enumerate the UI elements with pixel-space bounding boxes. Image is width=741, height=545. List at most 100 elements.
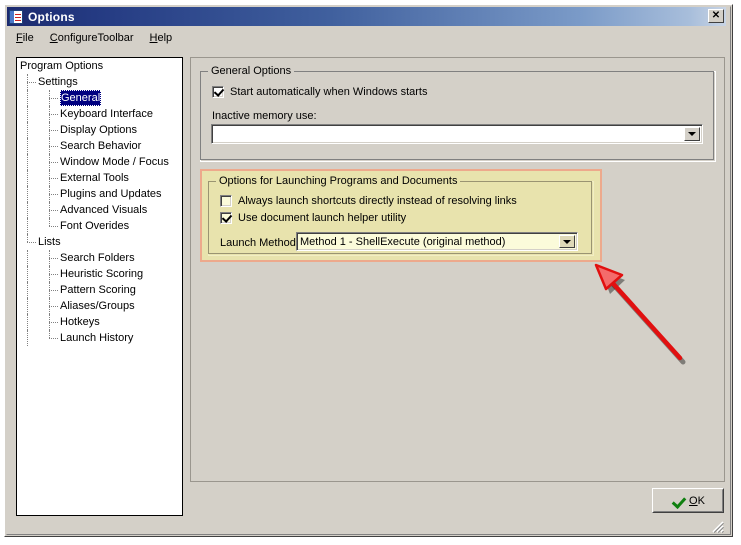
- tree-item-settings[interactable]: Settings: [17, 74, 182, 90]
- tree-connector: [49, 170, 50, 186]
- tree-connector: [49, 186, 50, 202]
- window-title: Options: [28, 9, 75, 24]
- tree-item-keyboard-interface[interactable]: Keyboard Interface: [17, 106, 182, 122]
- tree-item-label: Pattern Scoring: [60, 284, 136, 296]
- menu-item-configure-toolbar[interactable]: ConfigureToolbar: [42, 30, 142, 46]
- panel-splitter[interactable]: [184, 57, 189, 516]
- chevron-down-icon[interactable]: [559, 235, 575, 248]
- start-automatically-checkbox-row[interactable]: Start automatically when Windows starts: [212, 86, 427, 98]
- tree-connector: [27, 202, 28, 218]
- tree-item-program-options[interactable]: Program Options: [17, 58, 182, 74]
- tree-item-general[interactable]: General: [17, 90, 182, 106]
- status-bar: [7, 519, 726, 534]
- tree-connector: [49, 138, 50, 154]
- tree-item-label: Aliases/Groups: [60, 300, 135, 312]
- launch-options-title: Options for Launching Programs and Docum…: [216, 175, 461, 187]
- use-helper-utility-checkbox-row[interactable]: Use document launch helper utility: [220, 212, 406, 224]
- tree-connector: [27, 170, 28, 186]
- tree-connector: [49, 154, 50, 170]
- general-options-group: General Options Start automatically when…: [200, 65, 716, 162]
- resize-grip[interactable]: [710, 519, 724, 533]
- tree-item-search-folders[interactable]: Search Folders: [17, 250, 182, 266]
- tree-item-pattern-scoring[interactable]: Pattern Scoring: [17, 282, 182, 298]
- ok-button[interactable]: OK: [652, 488, 724, 513]
- tree-connector: [49, 194, 58, 195]
- resize-grip-icon: [712, 521, 724, 533]
- tree-item-label: Search Behavior: [60, 140, 142, 152]
- tree-connector: [49, 122, 50, 138]
- tree-item-external-tools[interactable]: External Tools: [17, 170, 182, 186]
- inactive-memory-combo[interactable]: [211, 124, 703, 144]
- tree-item-font-overides[interactable]: Font Overides: [17, 218, 182, 234]
- tree-connector: [49, 162, 58, 163]
- tree-item-hotkeys[interactable]: Hotkeys: [17, 314, 182, 330]
- tree-connector: [27, 154, 28, 170]
- tree-connector: [49, 258, 58, 259]
- tree-connector: [49, 306, 58, 307]
- tree-item-label: Search Folders: [60, 252, 135, 264]
- tree-connector: [49, 210, 58, 211]
- tree-item-advanced-visuals[interactable]: Advanced Visuals: [17, 202, 182, 218]
- tree-item-label: Advanced Visuals: [60, 204, 148, 216]
- tree-connector: [27, 82, 36, 83]
- tree-item-window-mode-focus[interactable]: Window Mode / Focus: [17, 154, 182, 170]
- tree-connector: [49, 146, 58, 147]
- start-automatically-checkbox[interactable]: [212, 86, 224, 98]
- tree-connector: [27, 298, 28, 314]
- tree-connector: [49, 314, 50, 330]
- menu-item-file[interactable]: File: [8, 30, 42, 46]
- menu-bar: File ConfigureToolbar Help: [8, 29, 725, 46]
- tree-item-heuristic-scoring[interactable]: Heuristic Scoring: [17, 266, 182, 282]
- tree-connector: [49, 250, 50, 266]
- tree-connector: [49, 114, 58, 115]
- tree-connector: [27, 266, 28, 282]
- options-window: Options ✕ File ConfigureToolbar Help Pro…: [4, 4, 733, 537]
- tree-item-label: Lists: [38, 236, 61, 248]
- tree-item-label: Font Overides: [60, 220, 130, 232]
- tree-item-label: External Tools: [60, 172, 129, 184]
- menu-item-help[interactable]: Help: [142, 30, 181, 46]
- tree-item-label: Plugins and Updates: [60, 188, 162, 200]
- tree-connector: [49, 130, 58, 131]
- title-bar[interactable]: Options ✕: [7, 7, 726, 26]
- always-launch-shortcuts-checkbox[interactable]: [220, 195, 232, 207]
- tree-item-label: Launch History: [60, 332, 134, 344]
- launch-method-combo-value: Method 1 - ShellExecute (original method…: [300, 235, 506, 248]
- tree-item-lists[interactable]: Lists: [17, 234, 182, 250]
- launch-options-highlight-panel: Options for Launching Programs and Docum…: [200, 169, 602, 262]
- tree-connector: [27, 242, 36, 243]
- close-icon[interactable]: ✕: [708, 9, 724, 23]
- options-tree[interactable]: Program Options Settings General Keyboard I…: [16, 57, 183, 516]
- tree-connector: [49, 266, 50, 282]
- tree-item-label: Heuristic Scoring: [60, 268, 144, 280]
- tree-item-launch-history[interactable]: Launch History: [17, 330, 182, 346]
- tree-connector: [49, 90, 50, 106]
- tree-item-plugins-and-updates[interactable]: Plugins and Updates: [17, 186, 182, 202]
- tree-connector: [27, 186, 28, 202]
- tree-item-aliases-groups[interactable]: Aliases/Groups: [17, 298, 182, 314]
- tree-connector: [49, 274, 58, 275]
- tree-item-label: Program Options: [20, 60, 104, 72]
- checkmark-icon: [671, 495, 684, 507]
- launch-method-combo[interactable]: Method 1 - ShellExecute (original method…: [296, 232, 578, 251]
- general-options-title: General Options: [208, 65, 295, 77]
- tree-connector: [27, 314, 28, 330]
- tree-connector: [49, 322, 58, 323]
- tree-connector: [27, 330, 28, 346]
- tree-connector: [49, 226, 58, 227]
- use-helper-utility-checkbox[interactable]: [220, 212, 232, 224]
- launch-method-label: Launch Method:: [220, 237, 299, 249]
- always-launch-shortcuts-checkbox-row[interactable]: Always launch shortcuts directly instead…: [220, 195, 517, 207]
- tree-connector: [49, 330, 50, 338]
- tree-item-label: Keyboard Interface: [60, 108, 153, 120]
- tree-connector: [49, 178, 58, 179]
- settings-content-panel: General Options Start automatically when…: [190, 57, 725, 482]
- tree-connector: [49, 218, 50, 226]
- dialog-button-bar: OK: [190, 486, 725, 516]
- use-helper-utility-label: Use document launch helper utility: [238, 212, 407, 224]
- launch-options-group: Options for Launching Programs and Docum…: [208, 175, 594, 256]
- chevron-down-icon[interactable]: [684, 127, 700, 141]
- tree-item-display-options[interactable]: Display Options: [17, 122, 182, 138]
- tree-connector: [49, 106, 50, 122]
- tree-item-search-behavior[interactable]: Search Behavior: [17, 138, 182, 154]
